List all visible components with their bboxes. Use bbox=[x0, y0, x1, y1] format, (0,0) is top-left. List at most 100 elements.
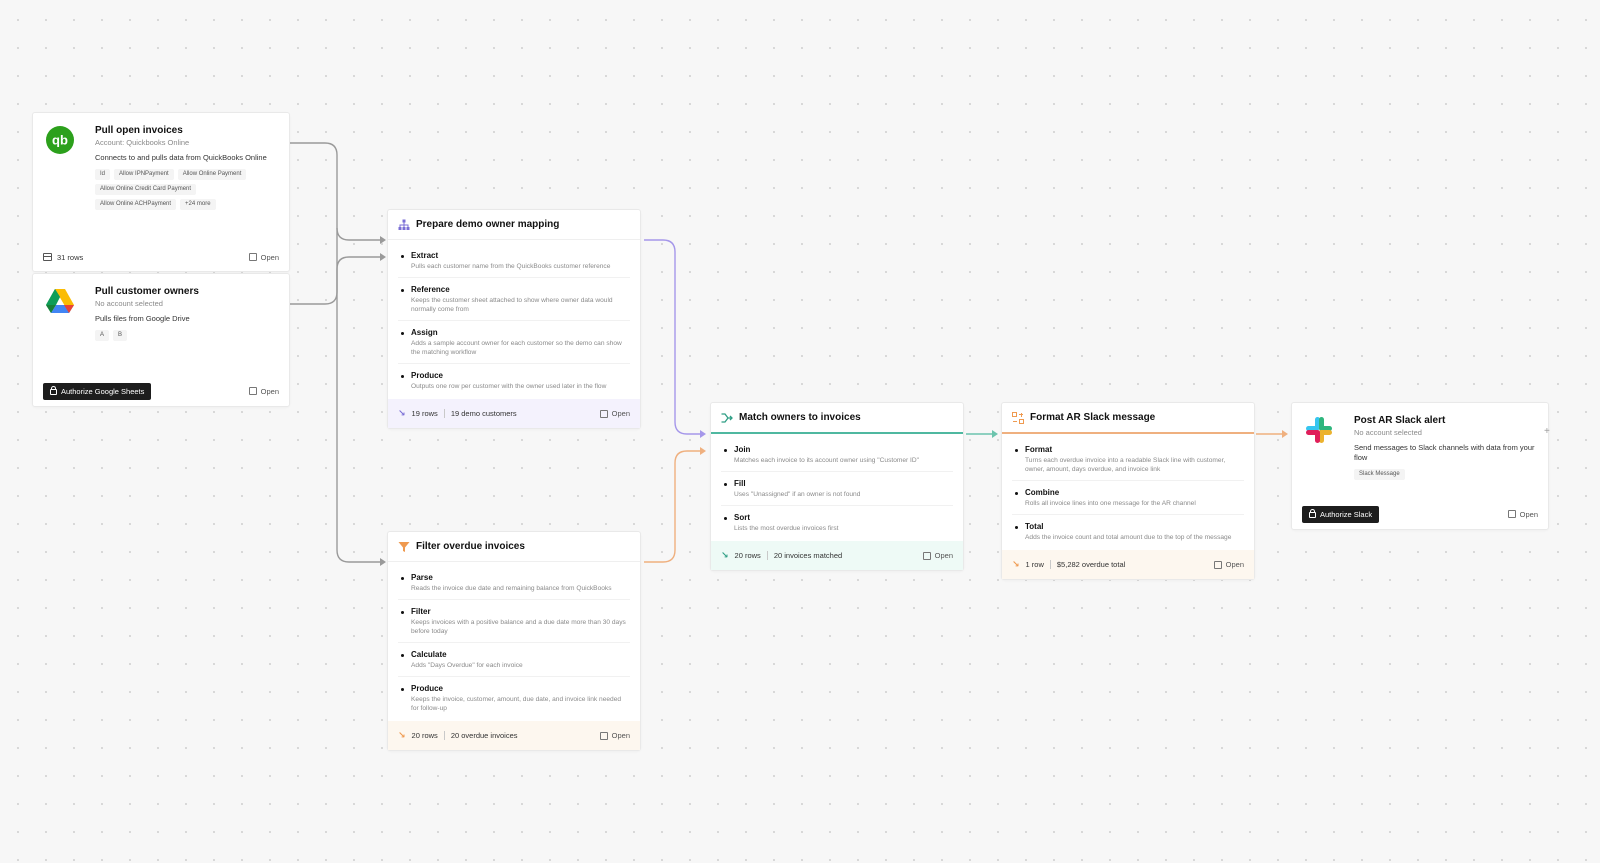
google-drive-logo-icon bbox=[46, 289, 74, 313]
node-footer: Authorize Google Sheets Open bbox=[33, 376, 289, 406]
output-summary: ↘ 20 rows 20 invoices matched bbox=[721, 550, 842, 561]
open-label: Open bbox=[611, 409, 630, 418]
row-count-label: 31 rows bbox=[57, 252, 84, 262]
node-title: Filter overdue invoices bbox=[416, 541, 525, 552]
step-list: Format Turns each overdue invoice into a… bbox=[1002, 434, 1254, 550]
step-description: Adds the invoice count and total amount … bbox=[1025, 534, 1232, 541]
step-description: Lists the most overdue invoices first bbox=[734, 525, 839, 532]
field-chip: Allow Online Credit Card Payment bbox=[95, 184, 197, 195]
open-button[interactable]: Open bbox=[599, 409, 630, 418]
step-list: Join Matches each invoice to its account… bbox=[711, 434, 963, 541]
node-footer: ↘ 1 row $5,282 overdue total Open bbox=[1002, 550, 1254, 579]
step-item: Format Turns each overdue invoice into a… bbox=[1012, 438, 1244, 481]
add-node-plus-icon[interactable]: + bbox=[1544, 426, 1550, 437]
node-title: Post AR Slack alert bbox=[1354, 415, 1446, 426]
field-chip: Allow IPNPayment bbox=[114, 169, 174, 180]
output-arrow-icon: ↘ bbox=[398, 730, 406, 740]
step-name: Produce bbox=[411, 684, 444, 693]
node-title: Pull open invoices bbox=[95, 125, 183, 136]
divider bbox=[443, 731, 445, 740]
edge-prepare-to-match bbox=[644, 239, 700, 435]
node-post-ar-slack-alert[interactable]: Post AR Slack alert No account selected … bbox=[1291, 402, 1549, 530]
lock-icon bbox=[50, 386, 57, 395]
step-name: Assign bbox=[411, 328, 438, 337]
step-name: Sort bbox=[734, 513, 750, 522]
open-button[interactable]: Open bbox=[599, 731, 630, 740]
open-label: Open bbox=[260, 252, 279, 262]
output-arrow-icon: ↘ bbox=[398, 408, 406, 418]
node-header: Prepare demo owner mapping bbox=[388, 210, 640, 240]
authorize-label: Authorize Google Sheets bbox=[61, 386, 145, 396]
output-arrow-icon: ↘ bbox=[1012, 559, 1020, 569]
node-match-owners-to-invoices[interactable]: Match owners to invoices Join Matches ea… bbox=[710, 402, 964, 571]
step-name: Format bbox=[1025, 445, 1053, 454]
open-label: Open bbox=[934, 551, 953, 560]
step-name: Parse bbox=[411, 573, 433, 582]
open-icon bbox=[1507, 510, 1516, 518]
row-count-label: 20 rows bbox=[411, 731, 438, 740]
field-chips: Id Allow IPNPayment Allow Online Payment… bbox=[95, 169, 279, 210]
node-format-ar-slack-message[interactable]: Format AR Slack message Format Turns eac… bbox=[1001, 402, 1255, 580]
open-icon bbox=[248, 253, 257, 261]
authorize-label: Authorize Slack bbox=[1320, 509, 1373, 519]
node-description: Send messages to Slack channels with dat… bbox=[1354, 443, 1535, 462]
authorize-google-sheets-button[interactable]: Authorize Google Sheets bbox=[43, 382, 152, 400]
summary-label: 20 overdue invoices bbox=[450, 731, 518, 740]
authorize-slack-button[interactable]: Authorize Slack bbox=[1302, 505, 1380, 523]
more-fields-chip[interactable]: +24 more bbox=[180, 199, 216, 210]
open-icon bbox=[599, 409, 608, 418]
step-description: Keeps the invoice, customer, amount, due… bbox=[411, 696, 622, 712]
node-account: No account selected bbox=[95, 299, 163, 308]
open-button[interactable]: Open bbox=[248, 252, 279, 262]
node-pull-open-invoices[interactable]: qb Pull open invoices Account: Quickbook… bbox=[32, 112, 290, 272]
step-item: Filter Keeps invoices with a positive ba… bbox=[398, 600, 630, 643]
divider bbox=[1049, 560, 1051, 569]
summary-label: 20 invoices matched bbox=[773, 551, 843, 560]
open-icon bbox=[922, 551, 931, 560]
open-label: Open bbox=[1225, 560, 1244, 569]
step-description: Adds "Days Overdue" for each invoice bbox=[411, 662, 523, 669]
node-title: Match owners to invoices bbox=[739, 412, 861, 423]
node-footer: ↘ 20 rows 20 overdue invoices Open bbox=[388, 721, 640, 750]
node-prepare-demo-owner-mapping[interactable]: Prepare demo owner mapping Extract Pulls… bbox=[387, 209, 641, 429]
open-icon bbox=[599, 731, 608, 740]
summary-label: 19 demo customers bbox=[450, 409, 517, 418]
svg-text:qb: qb bbox=[52, 133, 68, 148]
hierarchy-icon bbox=[398, 219, 410, 231]
open-label: Open bbox=[611, 731, 630, 740]
step-description: Rolls all invoice lines into one message… bbox=[1025, 500, 1196, 507]
summary-label: $5,282 overdue total bbox=[1056, 560, 1126, 569]
open-button[interactable]: Open bbox=[922, 551, 953, 560]
step-name: Extract bbox=[411, 251, 439, 260]
node-footer: Authorize Slack Open bbox=[1292, 499, 1548, 529]
step-description: Keeps the customer sheet attached to sho… bbox=[411, 297, 613, 313]
field-chip: Id bbox=[95, 169, 111, 180]
node-account: No account selected bbox=[1354, 428, 1422, 437]
node-footer: 31 rows Open bbox=[33, 243, 289, 271]
node-filter-overdue-invoices[interactable]: Filter overdue invoices Parse Reads the … bbox=[387, 531, 641, 751]
open-button[interactable]: Open bbox=[248, 387, 279, 396]
lock-icon bbox=[1309, 509, 1316, 518]
step-item: Total Adds the invoice count and total a… bbox=[1012, 515, 1244, 548]
open-button[interactable]: Open bbox=[1213, 560, 1244, 569]
edge-invoices-to-prepare bbox=[290, 142, 380, 241]
node-title: Format AR Slack message bbox=[1030, 412, 1156, 423]
step-list: Parse Reads the invoice due date and rem… bbox=[388, 562, 640, 721]
node-account: Account: Quickbooks Online bbox=[95, 138, 190, 147]
divider bbox=[443, 409, 445, 418]
open-button[interactable]: Open bbox=[1507, 510, 1538, 519]
format-icon bbox=[1012, 411, 1024, 424]
field-chip: B bbox=[113, 330, 128, 341]
field-chips: A B bbox=[95, 330, 279, 341]
node-footer: ↘ 19 rows 19 demo customers Open bbox=[388, 399, 640, 428]
slack-logo-icon bbox=[1306, 417, 1332, 443]
quickbooks-logo-icon: qb bbox=[46, 126, 74, 154]
open-icon bbox=[248, 387, 257, 395]
field-chip: Allow Online Payment bbox=[177, 169, 247, 180]
node-footer: ↘ 20 rows 20 invoices matched Open bbox=[711, 541, 963, 570]
open-icon bbox=[1213, 560, 1222, 569]
row-count: 31 rows bbox=[43, 253, 83, 262]
merge-icon bbox=[721, 412, 733, 424]
step-item: Produce Outputs one row per customer wit… bbox=[398, 364, 630, 397]
node-pull-customer-owners[interactable]: Pull customer owners No account selected… bbox=[32, 273, 290, 407]
